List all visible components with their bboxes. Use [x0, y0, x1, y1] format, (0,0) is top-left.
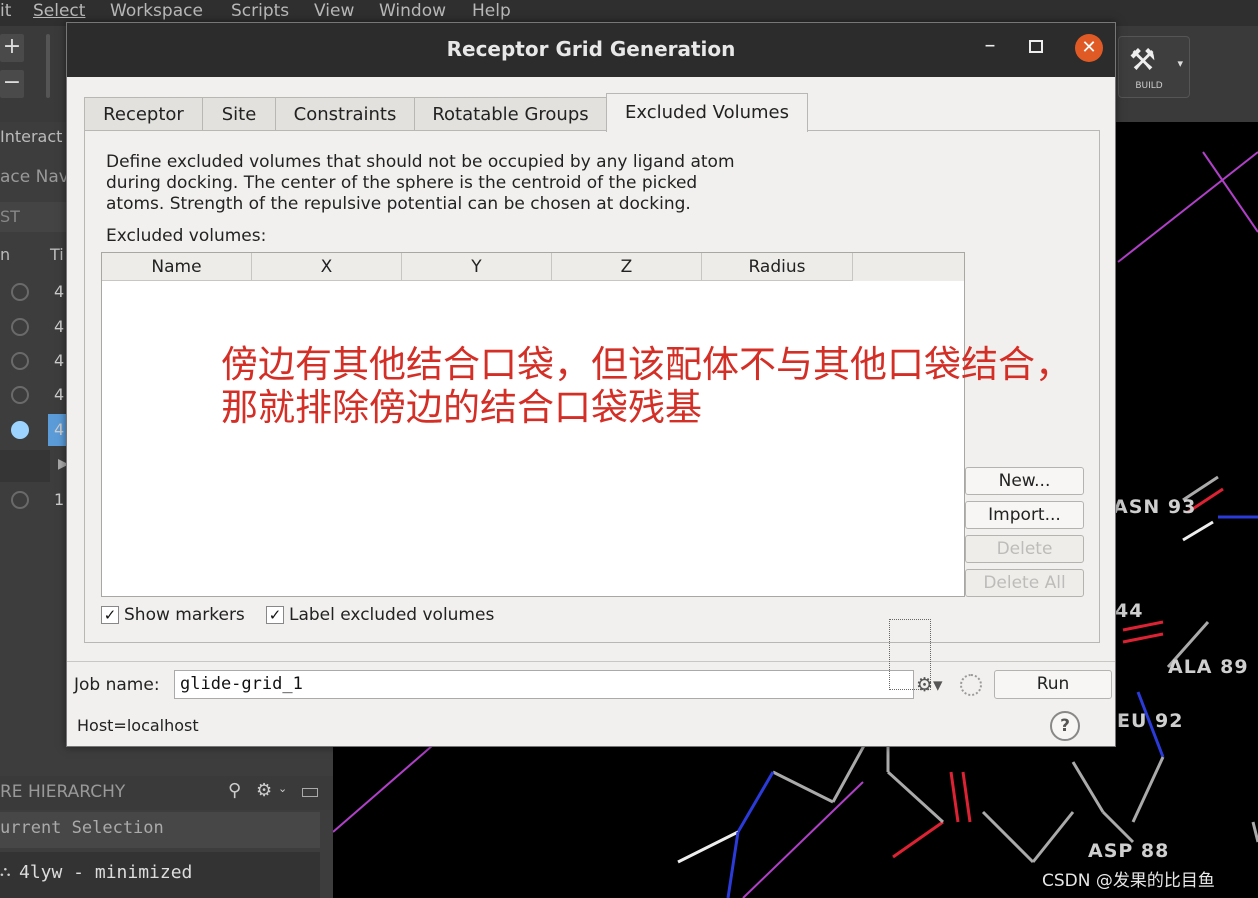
menu-view[interactable]: View	[314, 1, 354, 21]
column-header-x[interactable]: X	[252, 253, 402, 281]
menu-select[interactable]: Select	[33, 1, 85, 21]
description-line: atoms. Strength of the repulsive potenti…	[106, 194, 691, 214]
excluded-volumes-label: Excluded volumes:	[106, 226, 267, 246]
search-icon[interactable]: ⚲	[228, 780, 241, 801]
annotation-line: 傍边有其他结合口袋，但该配体不与其他口袋结合，	[221, 343, 1072, 386]
menu-workspace[interactable]: Workspace	[110, 1, 203, 21]
entry-label: 4lyw - minimized	[19, 862, 193, 883]
row-number: 4	[54, 385, 65, 404]
structure-entry[interactable]: ⛬ 4lyw - minimized	[0, 852, 320, 898]
tab-receptor[interactable]: Receptor	[84, 97, 203, 131]
delete-all-button[interactable]: Delete All	[965, 569, 1084, 597]
tab-excluded-volumes[interactable]: Excluded Volumes	[606, 93, 808, 132]
show-markers-checkbox[interactable]: ✓ Show markers	[101, 605, 245, 625]
maximize-button[interactable]	[1029, 40, 1043, 53]
row-number: 1	[54, 490, 65, 509]
host-label: Host=localhost	[77, 716, 199, 735]
build-button[interactable]: ⚒ ▾ BUILD	[1118, 36, 1190, 98]
residue-label: ASN 93	[1113, 496, 1197, 518]
tab-rotatable-groups[interactable]: Rotatable Groups	[414, 97, 607, 131]
checkbox-box[interactable]: ✓	[266, 606, 284, 624]
row-number: 4	[54, 420, 65, 439]
tab-site[interactable]: Site	[202, 97, 276, 131]
entry-radio[interactable]	[11, 283, 29, 301]
entry-radio[interactable]	[11, 386, 29, 404]
build-label: BUILD	[1135, 81, 1163, 91]
hammer-wrench-icon: ⚒	[1129, 43, 1156, 78]
collapse-icon[interactable]	[302, 788, 318, 797]
row-number: 4	[54, 282, 65, 301]
run-button[interactable]: Run	[994, 670, 1112, 699]
dialog-titlebar[interactable]: Receptor Grid Generation – ✕	[67, 23, 1115, 77]
progress-spinner-icon	[960, 674, 982, 696]
minimize-button[interactable]: –	[977, 33, 1003, 63]
help-icon[interactable]: ?	[1050, 711, 1080, 741]
residue-label: ALA 89	[1168, 656, 1249, 678]
row-number: 4	[54, 351, 65, 370]
chevron-down-icon[interactable]: ⌄	[278, 782, 287, 795]
job-name-input[interactable]: glide-grid_1	[174, 670, 914, 699]
description-line: Define excluded volumes that should not …	[106, 152, 735, 172]
entry-radio[interactable]	[11, 318, 29, 336]
navigator-label[interactable]: ace Nav	[0, 167, 69, 187]
row-number: 4	[54, 317, 65, 336]
current-selection-field[interactable]: urrent Selection	[0, 812, 320, 848]
annotation-line: 那就排除傍边的结合口袋残基	[221, 386, 702, 429]
description-line: during docking. The center of the sphere…	[106, 173, 698, 193]
column-title: Ti	[50, 245, 64, 264]
column-header-y[interactable]: Y	[402, 253, 552, 281]
group-row	[0, 450, 50, 482]
gear-icon[interactable]: ⚙▾	[916, 674, 943, 696]
interact-label[interactable]: Interact	[0, 127, 62, 146]
column-header-z[interactable]: Z	[552, 253, 702, 281]
entry-radio[interactable]	[11, 352, 29, 370]
residue-label: 44	[1115, 600, 1144, 622]
hierarchy-label: RE HIERARCHY	[0, 782, 126, 802]
menu-scripts[interactable]: Scripts	[231, 1, 289, 21]
current-selection-label: urrent Selection	[0, 818, 164, 838]
label-excluded-volumes-label: Label excluded volumes	[289, 605, 495, 625]
checkbox-box[interactable]: ✓	[101, 606, 119, 624]
residue-label: ASP 88	[1088, 840, 1170, 862]
structure-icon: ⛬	[0, 862, 11, 880]
entry-radio-selected[interactable]	[11, 421, 29, 439]
show-markers-label: Show markers	[124, 605, 245, 625]
label-excluded-volumes-checkbox[interactable]: ✓ Label excluded volumes	[266, 605, 494, 625]
hierarchy-header: RE HIERARCHY ⚲ ⚙ ⌄	[0, 776, 333, 810]
watermark: CSDN @发果的比目鱼	[1042, 871, 1215, 891]
entry-radio[interactable]	[11, 491, 29, 509]
gear-icon[interactable]: ⚙	[256, 780, 272, 801]
close-button[interactable]: ✕	[1075, 34, 1103, 62]
import-button[interactable]: Import...	[965, 501, 1084, 529]
menu-window[interactable]: Window	[379, 1, 446, 21]
new-button[interactable]: New...	[965, 467, 1084, 495]
dialog-title: Receptor Grid Generation	[446, 37, 736, 61]
annotation-text: 傍边有其他结合口袋，但该配体不与其他口袋结合， 那就排除傍边的结合口袋残基	[221, 343, 1072, 429]
menu-edit[interactable]: it	[0, 1, 11, 21]
chevron-down-icon: ▾	[1177, 57, 1183, 70]
job-name-label: Job name:	[74, 675, 160, 695]
zoom-out-button[interactable]: −	[0, 70, 24, 98]
description-text: Define excluded volumes that should not …	[106, 152, 806, 215]
zoom-in-button[interactable]: +	[0, 34, 24, 62]
table-header: Name X Y Z Radius	[102, 253, 964, 281]
residue-label: EU 92	[1117, 710, 1184, 732]
menu-help[interactable]: Help	[472, 1, 511, 21]
delete-button[interactable]: Delete	[965, 535, 1084, 563]
toolbar-divider	[46, 34, 50, 98]
column-header-radius[interactable]: Radius	[702, 253, 853, 281]
divider	[67, 661, 1115, 662]
st-label: ST	[0, 207, 20, 226]
column-n: n	[0, 245, 11, 264]
tab-constraints[interactable]: Constraints	[275, 97, 415, 131]
column-header-name[interactable]: Name	[102, 253, 252, 281]
